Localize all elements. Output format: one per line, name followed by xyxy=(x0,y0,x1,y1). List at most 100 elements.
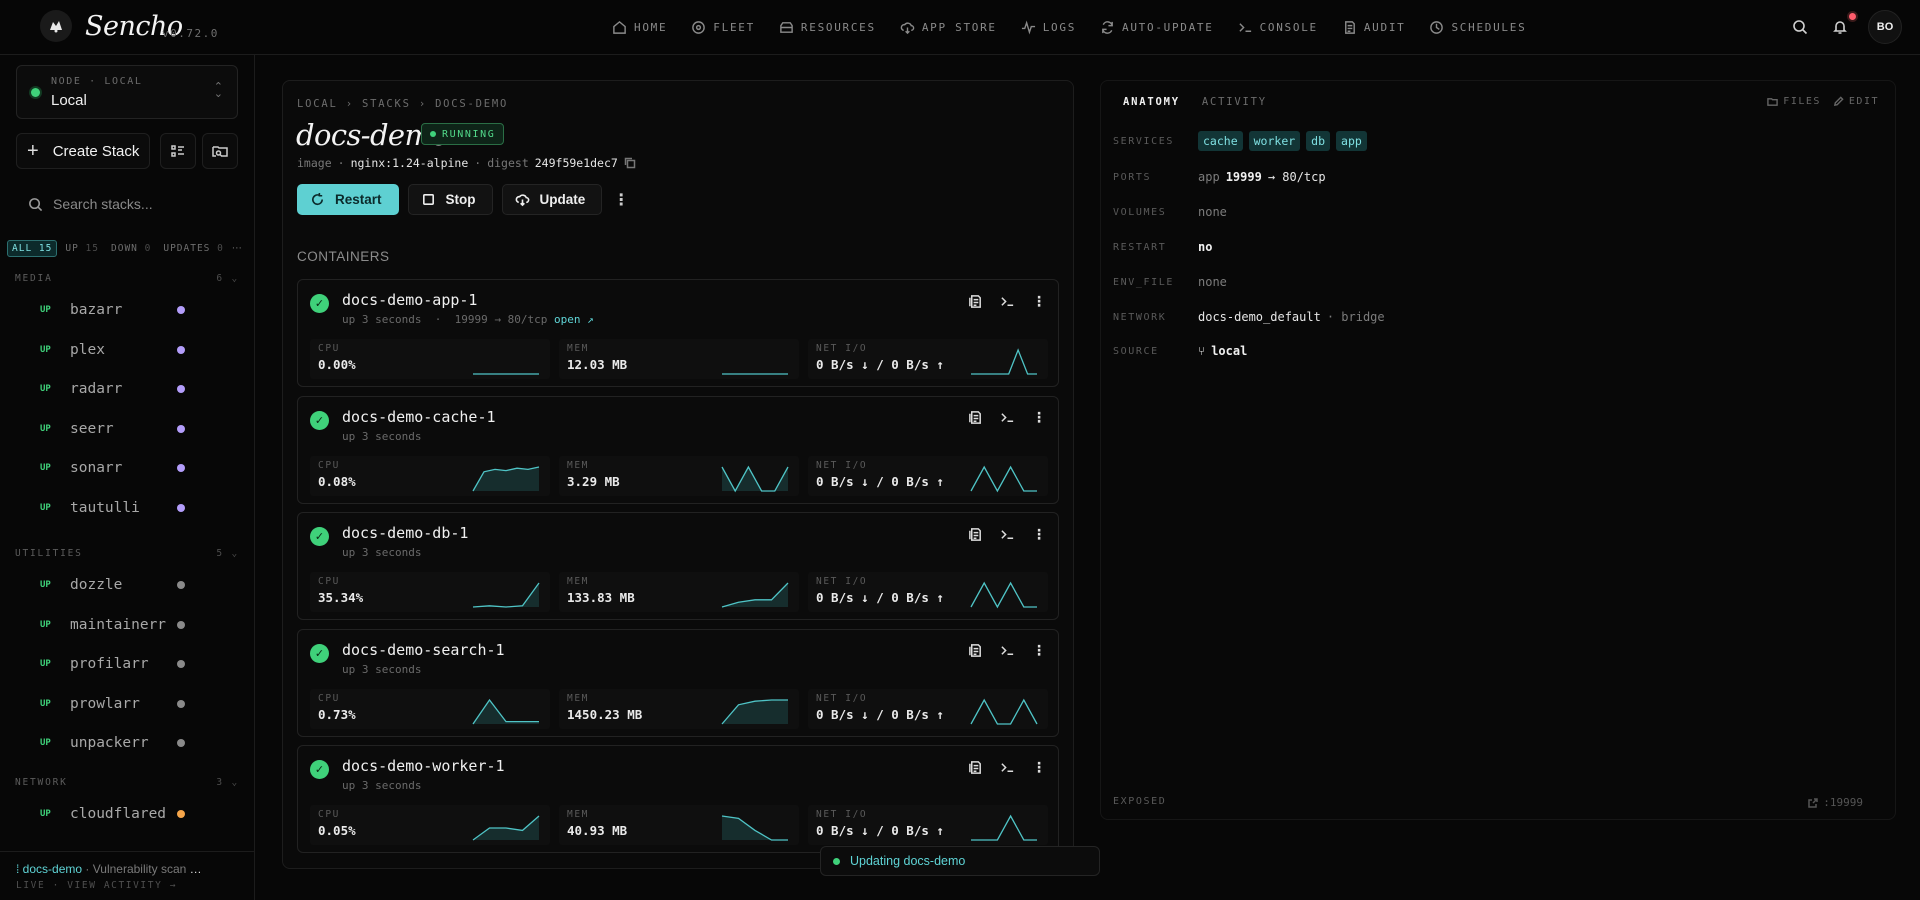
exposed-link[interactable]: :19999 xyxy=(1808,796,1863,809)
search-stacks[interactable] xyxy=(16,187,238,221)
edit-link[interactable]: EDIT xyxy=(1833,96,1879,107)
stack-name: tautulli xyxy=(70,500,140,516)
service-chip[interactable]: worker xyxy=(1248,131,1301,151)
container-card[interactable]: ✓ docs-demo-search-1 up 3 seconds ⋮ CPU 0.73%… xyxy=(297,628,1059,737)
copy-icon[interactable] xyxy=(624,157,636,169)
group-header[interactable]: NETWORK 3 ⌄ xyxy=(15,777,239,788)
logs-icon[interactable] xyxy=(966,642,984,660)
healthy-check-icon: ✓ xyxy=(310,643,329,663)
container-card[interactable]: ✓ docs-demo-cache-1 up 3 seconds ⋮ CPU 0.08% M… xyxy=(297,395,1059,504)
nav-resources[interactable]: RESOURCES xyxy=(767,20,888,35)
metric-label: CPU xyxy=(318,576,340,587)
metric-net: NET I/O 0 B/s ↓ / 0 B/s ↑ xyxy=(808,688,1048,729)
sidebar-item-unpackerr[interactable]: UP unpackerr xyxy=(40,733,190,753)
service-chip[interactable]: cache xyxy=(1198,131,1243,151)
terminal-icon[interactable] xyxy=(998,642,1016,660)
nav-home[interactable]: HOME xyxy=(600,20,679,35)
sidebar-item-radarr[interactable]: UP radarr xyxy=(40,379,190,399)
group-header[interactable]: MEDIA 6 ⌄ xyxy=(15,273,239,284)
container-actions: ⋮ xyxy=(966,409,1048,427)
container-card[interactable]: ✓ docs-demo-db-1 up 3 seconds ⋮ CPU 35.34% MEM… xyxy=(297,512,1059,620)
sparkline-line xyxy=(970,465,1037,492)
logs-icon[interactable] xyxy=(966,409,984,427)
container-card[interactable]: ✓ docs-demo-worker-1 up 3 seconds ⋮ CPU 0.05%… xyxy=(297,745,1059,853)
sidebar-item-dozzle[interactable]: UP dozzle xyxy=(40,575,190,595)
node-selector[interactable]: NODE · LOCAL Local ⌃ ⌄ xyxy=(16,65,238,119)
filter-updates[interactable]: UPDATES 0 xyxy=(159,241,228,256)
bulk-select-button[interactable] xyxy=(160,133,196,169)
plus-icon: + xyxy=(27,139,39,162)
metric-value: 0 B/s ↓ / 0 B/s ↑ xyxy=(816,473,944,489)
service-chip[interactable]: db xyxy=(1306,131,1331,151)
more-options-icon[interactable]: ⋮ xyxy=(1030,409,1048,427)
sidebar: NODE · LOCAL Local ⌃⌄ + Create Stack ALL… xyxy=(0,55,255,900)
tab-activity[interactable]: ACTIVITY xyxy=(1202,96,1267,108)
filter-up[interactable]: UP 15 xyxy=(61,241,103,256)
activity-footer[interactable]: ⁞ docs-demo · Vulnerability scan … LIVE … xyxy=(0,851,255,900)
status-label: UP xyxy=(40,738,51,749)
sidebar-item-prowlarr[interactable]: UP prowlarr xyxy=(40,694,190,714)
sidebar-item-seerr[interactable]: UP seerr xyxy=(40,419,190,439)
nav-logs[interactable]: LOGS xyxy=(1009,20,1088,35)
sidebar-item-cloudflared[interactable]: UP cloudflared xyxy=(40,804,190,824)
nav-app-store[interactable]: APP STORE xyxy=(888,20,1009,35)
restart-button[interactable]: Restart xyxy=(297,184,399,215)
nav-console[interactable]: CONSOLE xyxy=(1226,20,1330,35)
search-button[interactable] xyxy=(1788,15,1812,39)
filter-down[interactable]: DOWN 0 xyxy=(107,241,155,256)
service-chip[interactable]: app xyxy=(1336,131,1367,151)
metric-cpu: CPU 0.08% xyxy=(310,455,550,496)
sidebar-item-tautulli[interactable]: UP tautulli xyxy=(40,498,190,518)
stack-name: dozzle xyxy=(70,577,123,593)
breadcrumb: LOCAL › STACKS › DOCS-DEMO xyxy=(297,98,509,110)
open-port-link[interactable]: open ↗ xyxy=(554,313,594,326)
logs-icon[interactable] xyxy=(966,525,984,543)
stop-button[interactable]: Stop xyxy=(407,184,493,215)
logo-icon[interactable] xyxy=(40,10,72,42)
sidebar-item-bazarr[interactable]: UP bazarr xyxy=(40,300,190,320)
more-options-icon[interactable]: ⋮ xyxy=(1030,292,1048,310)
container-card[interactable]: ✓ docs-demo-app-1 up 3 seconds · 19999 → 8… xyxy=(297,279,1059,387)
sidebar-item-plex[interactable]: UP plex xyxy=(40,340,190,360)
more-filters-icon[interactable]: ⋯ xyxy=(232,243,242,254)
sparkline-line xyxy=(971,348,1037,375)
avatar[interactable]: BO xyxy=(1868,10,1902,44)
metric-mem: MEM 133.83 MB xyxy=(559,572,799,612)
metric-net: NET I/O 0 B/s ↓ / 0 B/s ↑ xyxy=(808,455,1048,496)
update-button[interactable]: Update xyxy=(501,184,603,215)
logs-icon[interactable] xyxy=(966,292,984,310)
files-link[interactable]: FILES xyxy=(1767,96,1821,107)
view-activity-link[interactable]: LIVE · VIEW ACTIVITY → xyxy=(16,880,255,891)
group-header[interactable]: UTILITIES 5 ⌄ xyxy=(15,548,239,559)
more-actions-icon[interactable]: ⋮ xyxy=(611,184,631,215)
terminal-icon[interactable] xyxy=(998,292,1016,310)
nav-auto-update[interactable]: AUTO-UPDATE xyxy=(1088,20,1226,35)
sidebar-item-profilarr[interactable]: UP profilarr xyxy=(40,654,190,674)
more-options-icon[interactable]: ⋮ xyxy=(1030,642,1048,660)
sidebar-item-sonarr[interactable]: UP sonarr xyxy=(40,458,190,478)
search-input[interactable] xyxy=(53,196,223,212)
sparkline-area xyxy=(722,816,788,840)
nav-audit[interactable]: AUDIT xyxy=(1330,20,1418,35)
metric-value: 1450.23 MB xyxy=(567,706,643,722)
terminal-icon[interactable] xyxy=(998,409,1016,427)
nav-fleet[interactable]: FLEET xyxy=(679,20,767,35)
tab-anatomy[interactable]: ANATOMY xyxy=(1123,96,1180,108)
terminal-icon[interactable] xyxy=(998,525,1016,543)
more-options-icon[interactable]: ⋮ xyxy=(1030,525,1048,543)
metric-label: CPU xyxy=(318,692,340,704)
more-options-icon[interactable]: ⋮ xyxy=(1030,758,1048,776)
container-name: docs-demo-search-1 xyxy=(342,640,505,659)
sidebar-item-maintainerr[interactable]: UP maintainerr xyxy=(40,615,190,635)
metric-value: 0.05% xyxy=(318,823,356,838)
nav-schedules[interactable]: SCHEDULES xyxy=(1417,20,1538,35)
terminal-icon[interactable] xyxy=(998,758,1016,776)
metric-label: CPU xyxy=(318,459,340,471)
filter-all[interactable]: ALL 15 xyxy=(7,240,58,257)
metric-value: 12.03 MB xyxy=(567,357,628,372)
scan-folder-button[interactable] xyxy=(202,133,238,169)
logs-icon[interactable] xyxy=(966,758,984,776)
container-subtitle: up 3 seconds xyxy=(342,429,422,443)
create-stack-button[interactable]: + Create Stack xyxy=(16,133,150,169)
notifications-button[interactable] xyxy=(1828,11,1858,39)
